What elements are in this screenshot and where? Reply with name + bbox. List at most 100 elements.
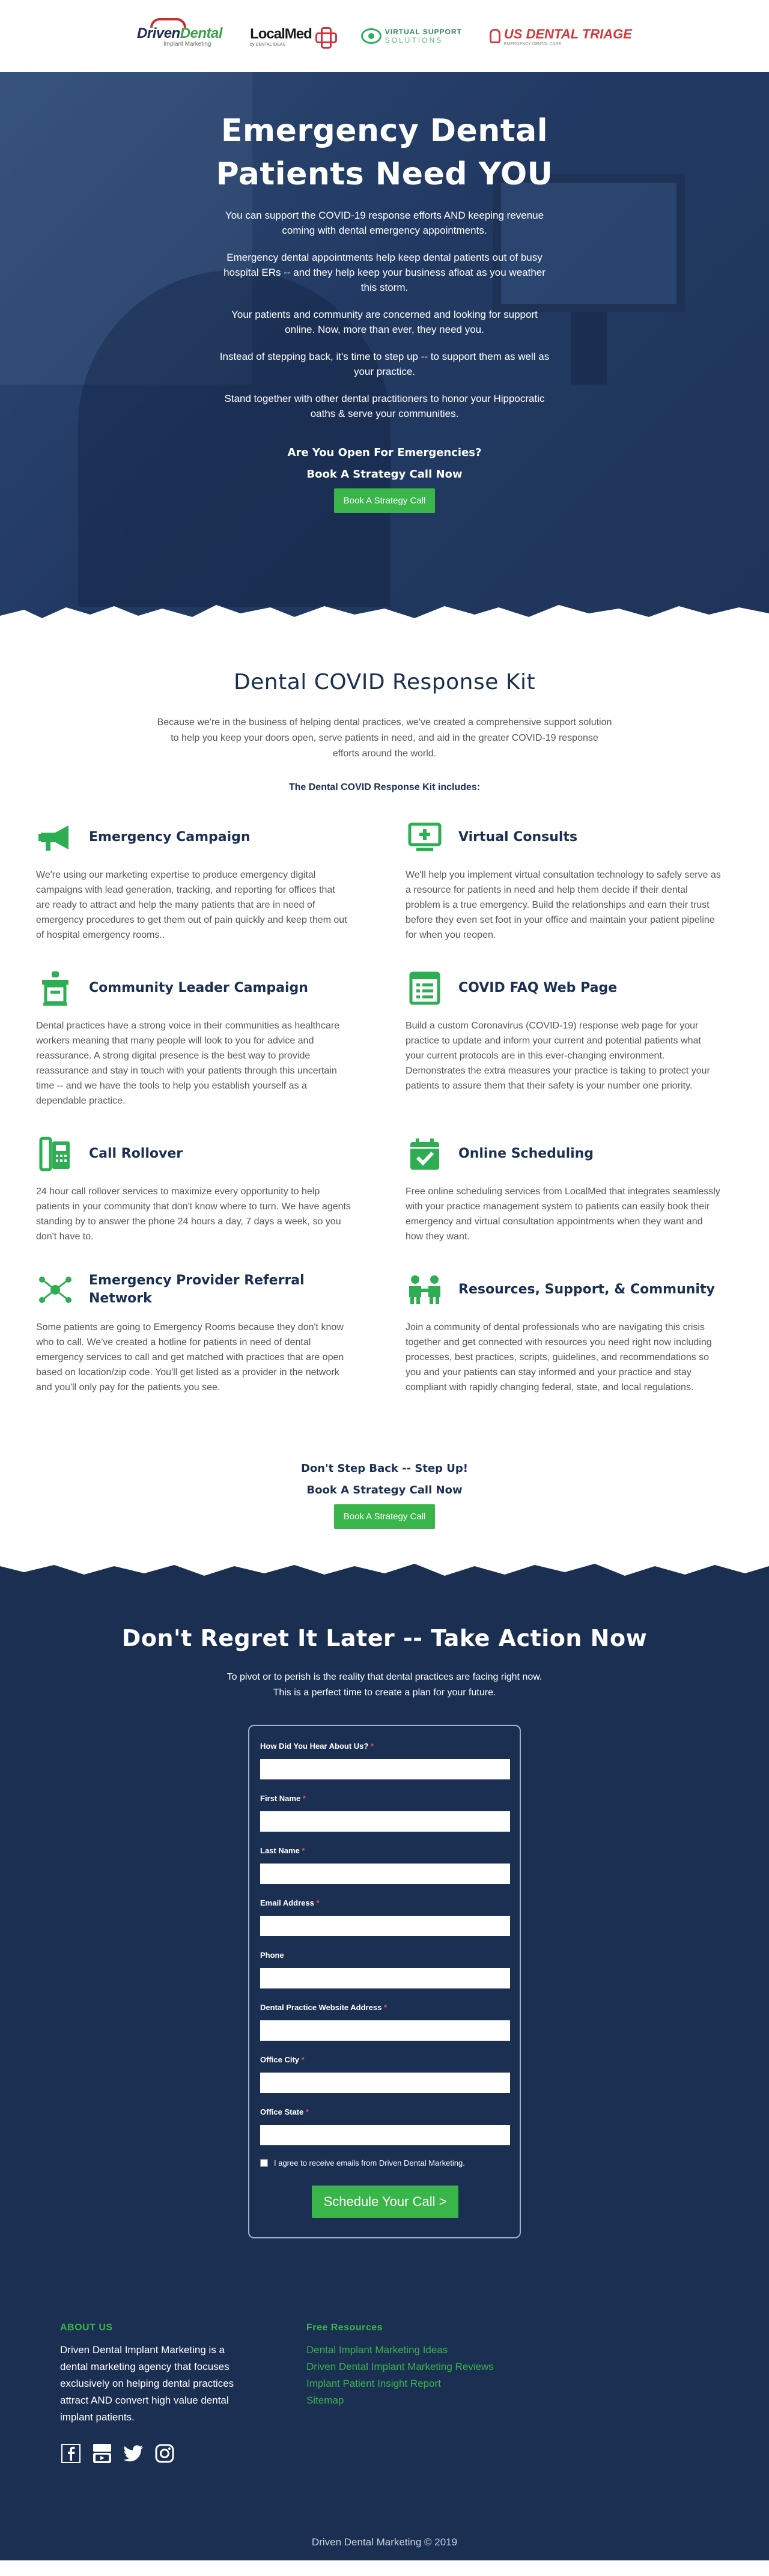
triage-sub: EMERGENCY DENTAL CARE: [503, 41, 562, 46]
feature-title: Community Leader Campaign: [89, 980, 308, 995]
action-title: Don't Regret It Later -- Take Action Now: [121, 1625, 648, 1651]
book-strategy-call-button[interactable]: Book A Strategy Call: [333, 1504, 436, 1529]
feature-virtual-consults: Virtual Consults We'll help you implemen…: [406, 818, 733, 943]
footer-about-text: Driven Dental Implant Marketing is a den…: [60, 2344, 234, 2423]
schedule-call-submit-button[interactable]: Schedule Your Call >: [311, 2186, 459, 2218]
footer-resources-title: Free Resources: [306, 2322, 383, 2333]
field-label-state: Office State *: [260, 2107, 309, 2116]
tooth-icon: [489, 29, 500, 43]
localmed-logo: LocalMed by DENTAL IDEAS: [250, 26, 337, 49]
mid-cta-line2: Book A Strategy Call Now: [306, 1484, 463, 1496]
strategy-call-form: How Did You Hear About Us? * First Name …: [248, 1725, 521, 2238]
driven-dental-logo[interactable]: DrivenDental Implant Marketing: [137, 17, 223, 47]
twitter-icon[interactable]: [123, 2443, 144, 2464]
us-dental-triage-logo: US DENTAL TRIAGE EMERGENCY DENTAL CARE: [489, 26, 632, 46]
hero-paragraph: Emergency dental appointments help keep …: [223, 252, 546, 293]
feature-body: Dental practices have a strong voice in …: [36, 1021, 340, 1106]
hero-title: Emergency Dental Patients Need YOU: [216, 113, 553, 192]
medical-cross-icon: [315, 27, 337, 49]
hero-section: Emergency Dental Patients Need YOU You c…: [0, 72, 769, 628]
hero-paragraph: You can support the COVID-19 response ef…: [225, 210, 544, 236]
first-name-input[interactable]: [260, 1811, 510, 1832]
field-label-last-name: Last Name *: [260, 1846, 305, 1855]
footer-about: ABOUT US Driven Dental Implant Marketing…: [60, 2322, 246, 2464]
phone-input[interactable]: [260, 1968, 510, 1988]
hero-paragraph: Stand together with other dental practit…: [224, 393, 545, 419]
monitor-plus-icon: [406, 818, 444, 857]
website-input[interactable]: [260, 2020, 510, 2041]
kit-includes-label: The Dental COVID Response Kit includes:: [288, 782, 481, 792]
feature-title: Emergency Provider Referral Network: [89, 1273, 305, 1306]
podium-icon: [36, 969, 74, 1007]
feature-resources-support-community: Resources, Support, & Community Join a c…: [406, 1271, 733, 1395]
feature-covid-faq-web-page: COVID FAQ Web Page Build a custom Corona…: [406, 969, 733, 1108]
field-label-city: Office City *: [260, 2055, 305, 2064]
email-input[interactable]: [260, 1916, 510, 1936]
consent-label: I agree to receive emails from Driven De…: [274, 2158, 465, 2167]
facebook-icon[interactable]: [60, 2443, 82, 2464]
youtube-icon[interactable]: [91, 2443, 113, 2464]
hero-bg-monitor-stand: [571, 312, 607, 384]
action-lead: To pivot or to perish is the reality tha…: [226, 1672, 543, 1698]
torn-paper-edge: [0, 605, 769, 628]
field-label-email: Email Address *: [260, 1898, 320, 1907]
feature-body: We'll help you implement virtual consult…: [406, 870, 721, 940]
hero-cta-heading: Book A Strategy Call Now: [306, 468, 463, 481]
social-links: [60, 2443, 246, 2464]
feature-online-scheduling: Online Scheduling Free online scheduling…: [406, 1135, 733, 1244]
feature-body: We're using our marketing expertise to p…: [36, 870, 347, 940]
phone-icon: [36, 1135, 74, 1173]
hero-cta-question: Are You Open For Emergencies?: [287, 446, 482, 459]
feature-body: Join a community of dental professionals…: [406, 1322, 712, 1393]
feature-body: Some patients are going to Emergency Roo…: [36, 1322, 344, 1393]
feature-emergency-provider-referral-network: Emergency Provider Referral Network Some…: [36, 1271, 363, 1395]
footer: ABOUT US Driven Dental Implant Marketing…: [0, 2286, 769, 2488]
logo-subtitle: Implant Marketing: [163, 40, 211, 47]
field-label-phone: Phone: [260, 1951, 284, 1960]
localmed-sub: by DENTAL IDEAS: [250, 42, 286, 47]
field-label-website: Dental Practice Website Address *: [260, 2003, 387, 2012]
partner-logo-bar: DrivenDental Implant Marketing LocalMed …: [0, 0, 769, 72]
eye-ring-icon: [360, 28, 381, 44]
feature-title: Resources, Support, & Community: [458, 1282, 715, 1297]
last-name-input[interactable]: [260, 1864, 510, 1884]
consent-checkbox[interactable]: [260, 2159, 268, 2167]
footer-link-insight-report[interactable]: Implant Patient Insight Report: [306, 2375, 494, 2392]
feature-body: 24 hour call rollover services to maximi…: [36, 1186, 351, 1242]
network-icon: [36, 1271, 74, 1309]
state-input[interactable]: [260, 2125, 510, 2145]
city-input[interactable]: [260, 2073, 510, 2093]
footer-link-sitemap[interactable]: Sitemap: [306, 2392, 494, 2409]
calendar-check-icon: [406, 1135, 444, 1173]
field-label-first-name: First Name *: [260, 1794, 306, 1803]
logo-arc: [150, 17, 187, 28]
feature-title: COVID FAQ Web Page: [458, 980, 618, 995]
footer-link-implant-marketing-ideas[interactable]: Dental Implant Marketing Ideas: [306, 2342, 494, 2359]
logo-word-driven: Driven: [137, 25, 180, 41]
torn-paper-edge: [0, 1553, 769, 1576]
logo-word-dental: Dental: [180, 25, 223, 41]
field-label-how-heard: How Did You Hear About Us? *: [260, 1742, 374, 1751]
mid-cta: Don't Step Back -- Step Up! Book A Strat…: [0, 1461, 769, 1529]
feature-title: Call Rollover: [89, 1146, 183, 1161]
footer-resources: Free Resources Dental Implant Marketing …: [306, 2322, 494, 2464]
kit-title: Dental COVID Response Kit: [233, 670, 536, 694]
vss-line1: VIRTUAL SUPPORT: [384, 28, 462, 36]
feature-body: Build a custom Coronavirus (COVID-19) re…: [406, 1021, 710, 1091]
feature-title: Emergency Campaign: [89, 830, 251, 845]
feature-call-rollover: Call Rollover 24 hour call rollover serv…: [36, 1135, 363, 1244]
feature-emergency-campaign: Emergency Campaign We're using our marke…: [36, 818, 363, 943]
hero-paragraph: Instead of stepping back, it's time to s…: [219, 351, 550, 377]
action-section: Don't Regret It Later -- Take Action Now…: [0, 1553, 769, 2286]
feature-grid: Emergency Campaign We're using our marke…: [36, 818, 733, 1395]
triage-wordmark: US DENTAL TRIAGE: [503, 26, 632, 41]
how-heard-input[interactable]: [260, 1759, 510, 1779]
instagram-icon[interactable]: [154, 2443, 175, 2464]
feature-title: Virtual Consults: [458, 830, 578, 845]
mid-cta-line1: Don't Step Back -- Step Up!: [300, 1462, 469, 1475]
footer-link-reviews[interactable]: Driven Dental Implant Marketing Reviews: [306, 2359, 494, 2375]
hero-paragraph: Your patients and community are concerne…: [231, 309, 538, 335]
email-consent: I agree to receive emails from Driven De…: [260, 2158, 510, 2167]
virtual-support-solutions-logo: VIRTUAL SUPPORT SOLUTIONS: [360, 28, 462, 44]
book-strategy-call-button[interactable]: Book A Strategy Call: [333, 488, 436, 513]
